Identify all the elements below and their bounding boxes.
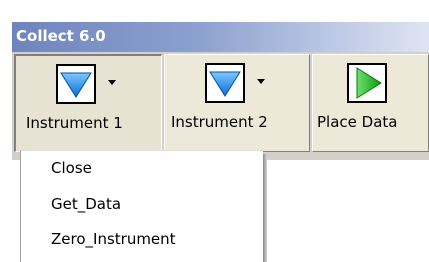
instrument-icon [205, 63, 245, 103]
app-window: Collect 6.0 Instrument 1 Instrument 2 Pl… [12, 22, 429, 262]
instrument-2-button[interactable]: Instrument 2 [164, 54, 310, 152]
screen: Collect 6.0 Instrument 1 Instrument 2 Pl… [0, 0, 429, 262]
instrument-1-label: Instrument 1 [26, 114, 123, 132]
instrument-2-label: Instrument 2 [171, 113, 268, 131]
instrument-1-dropdown-menu: Close Get_Data Zero_Instrument [20, 150, 263, 262]
chevron-down-icon[interactable] [108, 80, 116, 85]
instrument-icon [56, 64, 96, 104]
menu-item-close[interactable]: Close [51, 159, 92, 177]
chevron-down-icon[interactable] [257, 79, 265, 84]
menu-item-zero-instrument[interactable]: Zero_Instrument [51, 230, 176, 248]
toolbar: Instrument 1 Instrument 2 Place Data [12, 52, 429, 160]
title-bar[interactable]: Collect 6.0 [12, 22, 429, 52]
place-data-label: Place Data [317, 113, 398, 131]
window-title: Collect 6.0 [16, 27, 106, 45]
place-data-button[interactable]: Place Data [312, 54, 429, 152]
menu-item-get-data[interactable]: Get_Data [51, 195, 121, 213]
play-icon [347, 63, 387, 103]
menu-shadow [263, 154, 267, 262]
instrument-1-button[interactable]: Instrument 1 [14, 54, 162, 152]
